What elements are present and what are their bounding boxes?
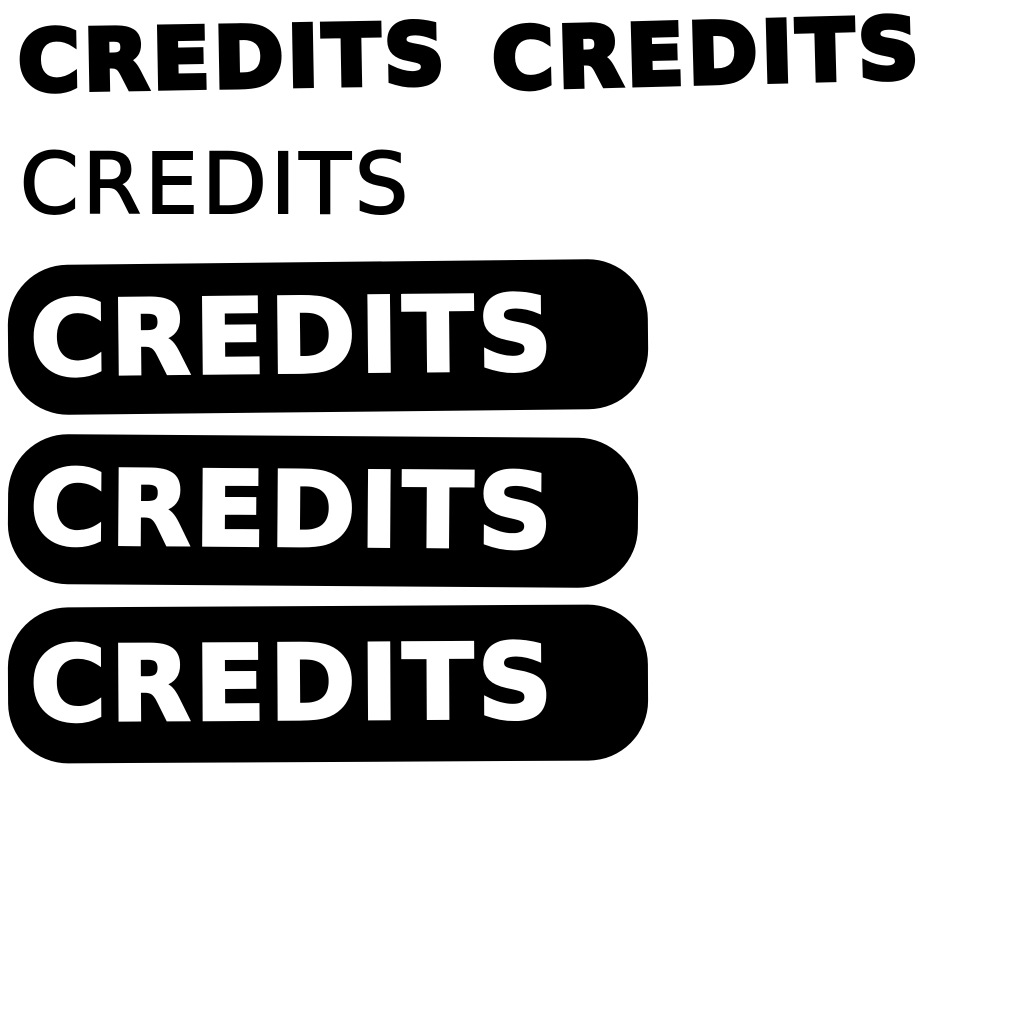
credits-label-bold-2: CREDITS (488, 0, 926, 111)
sprite-sheet: CREDITS CREDITS CREDITS CREDITS CREDITS … (0, 0, 1024, 1024)
credits-label-thin: CREDITS (19, 135, 413, 233)
credits-button-3-label: CREDITS (28, 619, 558, 747)
credits-button-3[interactable]: CREDITS (7, 604, 649, 764)
credits-label-bold-1: CREDITS (15, 3, 452, 113)
credits-button-2-label: CREDITS (28, 445, 558, 574)
credits-button-1-label: CREDITS (28, 271, 559, 402)
credits-button-1[interactable]: CREDITS (7, 258, 649, 416)
credits-button-2[interactable]: CREDITS (7, 433, 639, 589)
